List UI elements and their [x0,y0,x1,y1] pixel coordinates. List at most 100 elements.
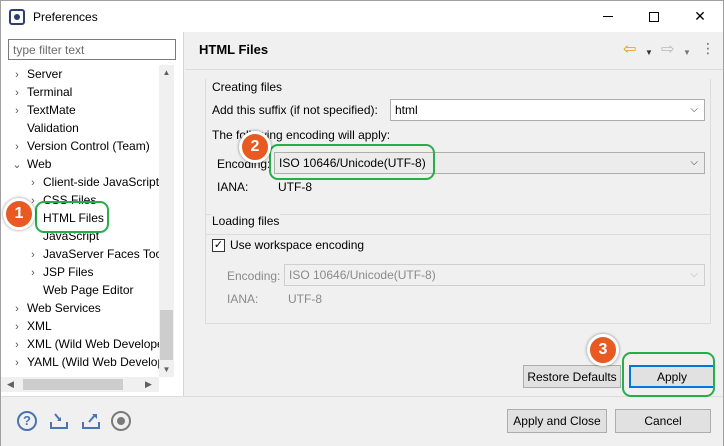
dialog-button-bar: ? Apply and Close Cancel [1,396,723,446]
chevron-down-icon[interactable]: ⌵ [690,153,698,173]
tree-item-label: Validation [27,121,79,135]
tree-item-label: YAML (Wild Web Developer) [27,355,173,369]
chevron-right-icon[interactable]: › [11,300,23,318]
tree-item-html-files[interactable]: HTML Files [27,209,104,227]
tree-item-label: Web Page Editor [43,283,134,297]
creating-iana-value: UTF-8 [278,180,312,194]
chevron-right-icon[interactable]: › [11,84,23,102]
view-menu-icon[interactable]: ⋮ [701,40,715,56]
tree-item-label: Web [27,157,52,171]
apply-and-close-button[interactable]: Apply and Close [507,409,607,433]
chevron-right-icon[interactable]: › [27,246,39,264]
tree-item-web-services[interactable]: › Web Services [11,299,101,317]
creating-iana-label: IANA: [217,180,249,194]
tree-item-label: Web Services [27,301,101,315]
tree-item-server[interactable]: › Server [11,65,62,83]
chevron-right-icon[interactable]: › [11,102,23,120]
scroll-left-icon[interactable]: ◀ [3,377,18,392]
forward-arrow-icon[interactable]: ⇨ [661,42,674,58]
chevron-right-icon[interactable]: › [11,336,23,354]
chevron-right-icon[interactable]: › [11,138,23,156]
minimize-icon [603,16,613,17]
scroll-right-icon[interactable]: ▶ [141,377,156,392]
tree-item-label: CSS Files [43,193,97,207]
loading-files-title: Loading files [211,214,281,228]
tree-item-label: HTML Files [43,211,104,225]
tree-item-validation[interactable]: Validation [11,119,79,137]
minimize-button[interactable] [585,1,631,32]
window-title: Preferences [33,9,98,24]
tree-item-javascript[interactable]: JavaScript [27,227,99,245]
creating-encoding-value: ISO 10646/Unicode(UTF-8) [279,156,426,170]
close-icon: ✕ [694,8,706,24]
suffix-combo[interactable]: html ⌵ [390,99,705,121]
help-icon[interactable]: ? [17,411,37,431]
app-icon [9,8,25,25]
tree-item-jsp-files[interactable]: › JSP Files [27,263,93,281]
loading-encoding-label: Encoding: [227,269,281,283]
maximize-button[interactable] [631,1,677,32]
tree-item-label: Terminal [27,85,73,99]
tree-item-client-side-javascript[interactable]: › Client-side JavaScript [27,173,159,191]
title-bar: Preferences ✕ [1,1,723,32]
scroll-thumb[interactable] [23,379,123,390]
tree-item-label: XML (Wild Web Developer) [27,337,172,351]
cancel-button[interactable]: Cancel [615,409,711,433]
back-dropdown-icon[interactable]: ▼ [645,45,653,61]
forward-dropdown-icon[interactable]: ▼ [683,45,691,61]
loading-iana-value: UTF-8 [288,292,322,306]
suffix-value: html [395,103,418,117]
chevron-right-icon[interactable]: › [11,354,23,372]
tree-item-terminal[interactable]: › Terminal [11,83,72,101]
chevron-right-icon[interactable]: › [27,174,39,192]
close-button[interactable]: ✕ [677,1,723,32]
chevron-down-icon[interactable]: ⌵ [690,100,698,120]
restore-defaults-button[interactable]: Restore Defaults [523,365,621,388]
import-icon[interactable] [49,411,69,431]
tree-item-label: Version Control (Team) [27,139,150,153]
step-badge-3: 3 [587,334,619,366]
tree-item-label: Client-side JavaScript [43,175,160,189]
step-badge-1: 1 [3,198,35,230]
tree-item-yaml-wild-web[interactable]: › YAML (Wild Web Developer) [11,353,173,371]
scroll-up-icon[interactable]: ▲ [159,65,174,80]
chevron-right-icon[interactable]: › [27,264,39,282]
page-title: HTML Files [199,42,269,57]
scroll-thumb[interactable] [160,310,173,360]
preference-page: HTML Files ⇦ ▼ ⇨ ▼ ⋮ Creating files Add … [185,32,723,396]
export-icon[interactable] [81,411,101,431]
use-workspace-checkbox[interactable]: ✓ [212,239,225,252]
back-arrow-icon[interactable]: ⇦ [623,42,636,58]
loading-iana-label: IANA: [227,292,259,306]
tree-item-label: XML [27,319,52,333]
tree-item-javaserver-faces[interactable]: › JavaServer Faces Tools [27,245,171,263]
tree-item-label: JavaScript [43,229,100,243]
creating-files-title: Creating files [211,80,284,94]
use-workspace-label: Use workspace encoding [230,238,365,252]
filter-input[interactable] [8,39,176,60]
chevron-right-icon[interactable]: › [11,66,23,84]
tree-item-xml-wild-web[interactable]: › XML (Wild Web Developer) [11,335,172,353]
suffix-label: Add this suffix (if not specified): [212,103,378,117]
step-badge-2: 2 [239,131,271,163]
creating-encoding-combo[interactable]: ISO 10646/Unicode(UTF-8) ⌵ [274,152,705,174]
chevron-down-icon[interactable]: ⌄ [11,156,23,174]
chevron-down-icon: ⌵ [690,269,698,280]
tree-item-textmate[interactable]: › TextMate [11,101,76,119]
tree-item-label: Server [27,67,63,81]
tree-item-version-control[interactable]: › Version Control (Team) [11,137,150,155]
tree-item-web[interactable]: ⌄ Web [11,155,51,173]
tree-item-xml[interactable]: › XML [11,317,52,335]
record-icon[interactable] [111,411,131,431]
tree-horizontal-scrollbar[interactable]: ◀ ▶ [1,377,159,392]
apply-button[interactable]: Apply [629,365,715,388]
tree-vertical-scrollbar[interactable]: ▲ ▼ [159,65,174,377]
page-header: HTML Files ⇦ ▼ ⇨ ▼ ⋮ [185,32,723,70]
tree-item-css-files[interactable]: › CSS Files [27,191,96,209]
loading-encoding-combo[interactable]: ISO 10646/Unicode(UTF-8) ⌵ [284,264,705,286]
chevron-right-icon[interactable]: › [11,318,23,336]
tree-item-label: JSP Files [43,265,94,279]
scroll-down-icon[interactable]: ▼ [159,362,174,377]
loading-encoding-value: ISO 10646/Unicode(UTF-8) [289,268,436,282]
tree-item-web-page-editor[interactable]: Web Page Editor [27,281,134,299]
